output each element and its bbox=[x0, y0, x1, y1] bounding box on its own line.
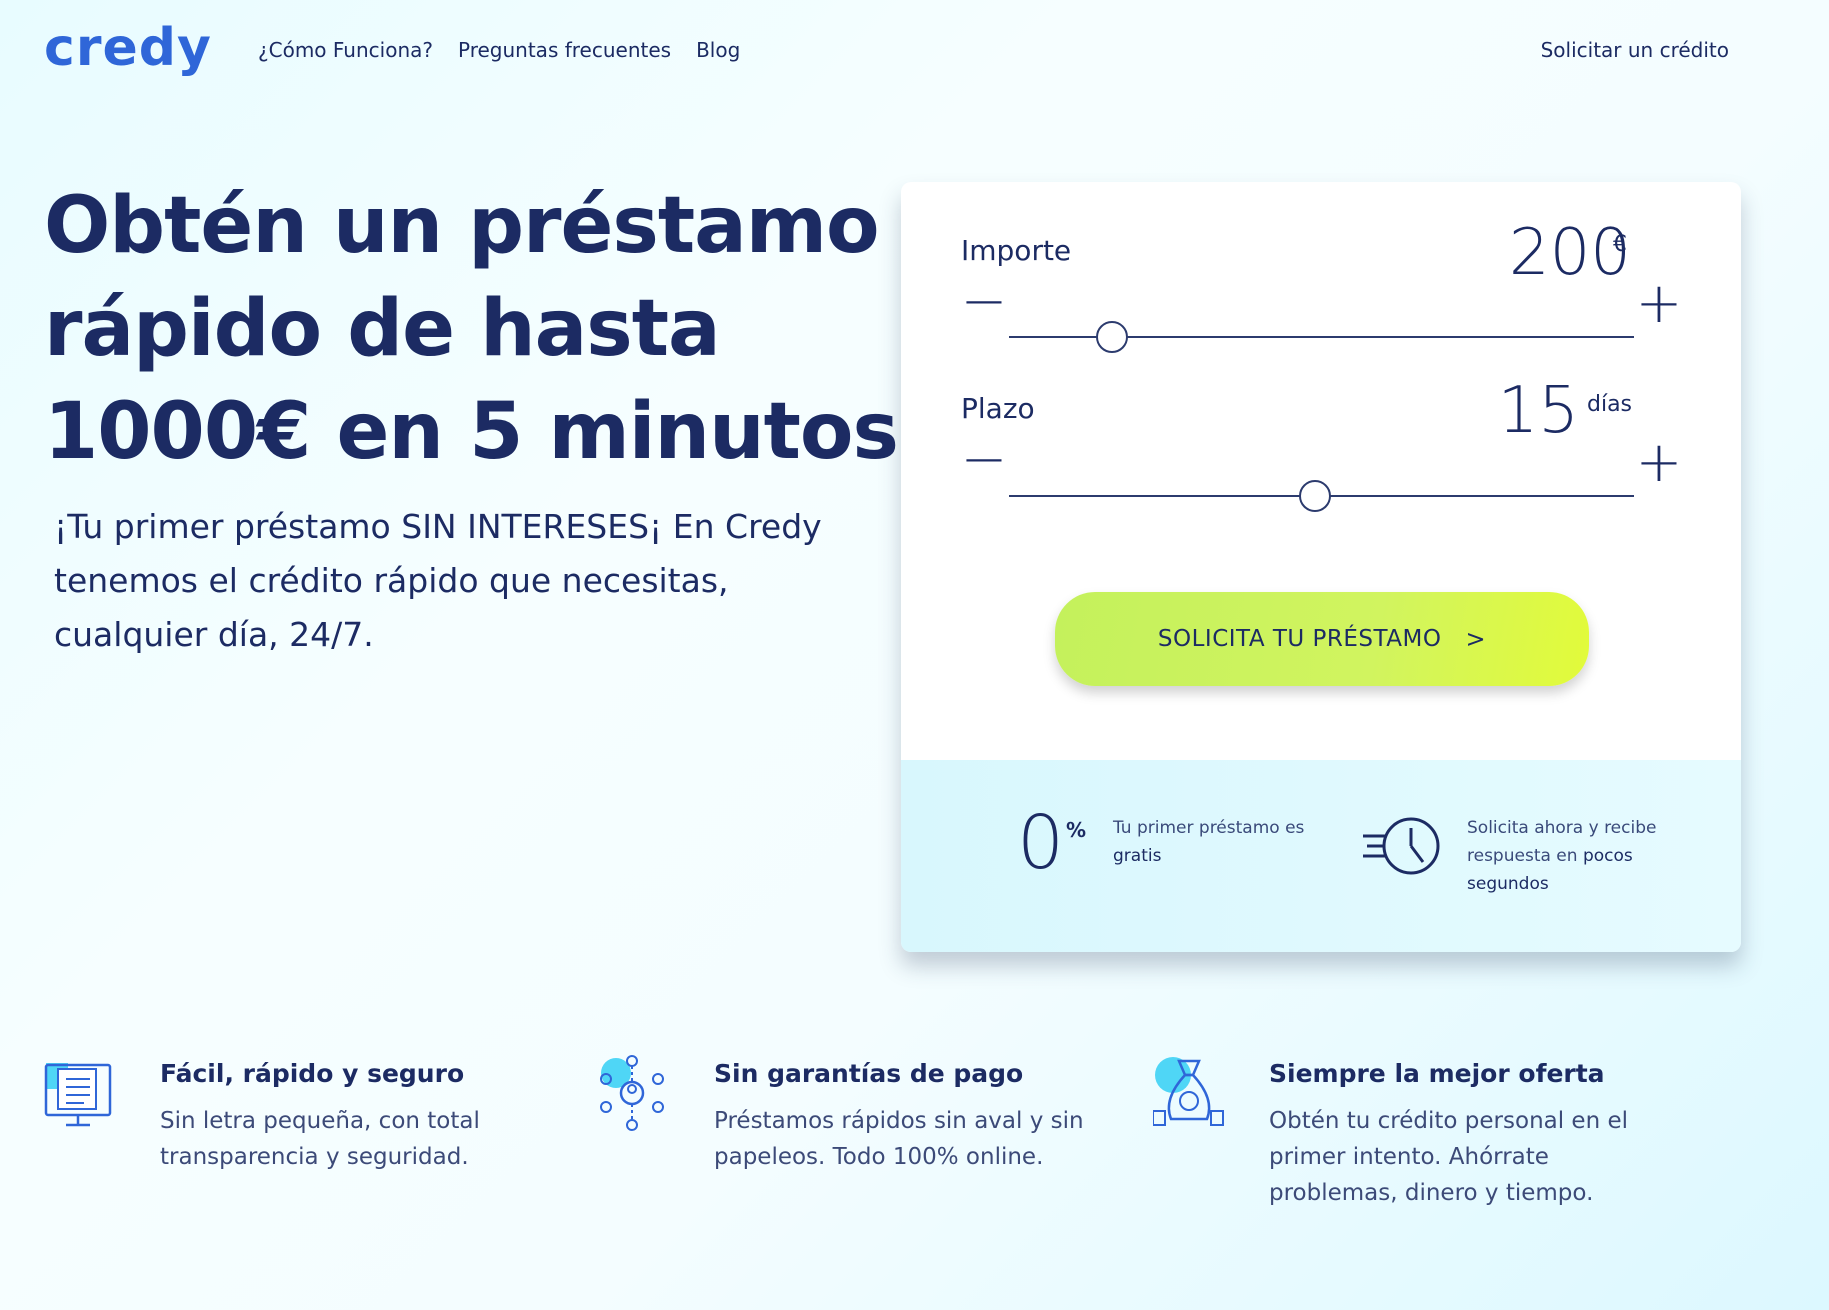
term-unit: días bbox=[1587, 392, 1633, 417]
term-value: 15 bbox=[1497, 374, 1579, 448]
amount-minus-button[interactable]: − bbox=[959, 274, 1009, 330]
hero-title-line: 1000€ en 5 minutos bbox=[44, 387, 899, 477]
info-free-text: Tu primer préstamo es gratis bbox=[1113, 814, 1313, 870]
checklist-monitor-icon bbox=[44, 1063, 112, 1127]
term-label: Plazo bbox=[961, 392, 1035, 425]
cta-label: SOLICITA TU PRÉSTAMO bbox=[1157, 626, 1442, 652]
feature-facil: Fácil, rápido y seguro Sin letra pequeña… bbox=[44, 1055, 564, 1235]
calculator-controls: Importe 200 € − + Plazo 15 días − + SOLI… bbox=[901, 182, 1741, 760]
nav-como-funciona[interactable]: ¿Cómo Funciona? bbox=[258, 38, 433, 62]
amount-slider-thumb[interactable] bbox=[1096, 321, 1129, 353]
feature-text: Préstamos rápidos sin aval y sin papeleo… bbox=[714, 1108, 1084, 1170]
info-free-bold: gratis bbox=[1113, 846, 1162, 866]
info-free-prefix: Tu primer préstamo es bbox=[1113, 818, 1305, 838]
credy-logo[interactable]: credy bbox=[44, 18, 212, 78]
hero-title: Obtén un préstamo rápido de hasta 1000€ … bbox=[44, 175, 899, 484]
main-nav: ¿Cómo Funciona? Preguntas frecuentes Blo… bbox=[258, 38, 740, 62]
feature-title: Siempre la mejor oferta bbox=[1269, 1059, 1605, 1088]
feature-text: Obtén tu crédito personal en el primer i… bbox=[1269, 1108, 1629, 1206]
loan-calculator-card: Importe 200 € − + Plazo 15 días − + SOLI… bbox=[901, 182, 1741, 952]
nav-blog[interactable]: Blog bbox=[696, 38, 740, 62]
feature-text: Sin letra pequeña, con total transparenc… bbox=[160, 1108, 480, 1170]
feature-sin-garantias: Sin garantías de pago Préstamos rápidos … bbox=[598, 1055, 1118, 1235]
fast-clock-icon bbox=[1363, 817, 1440, 875]
calculator-info: 0 % Tu primer préstamo es gratis Solicit… bbox=[901, 760, 1741, 952]
percent-icon: 0 bbox=[1017, 800, 1065, 886]
hero-subtitle: ¡Tu primer préstamo SIN INTERESES¡ En Cr… bbox=[54, 507, 822, 654]
amount-label: Importe bbox=[961, 234, 1072, 267]
amount-slider-track[interactable] bbox=[1009, 321, 1634, 353]
money-bag-icon bbox=[1153, 1057, 1224, 1126]
network-user-icon bbox=[600, 1055, 664, 1131]
amount-plus-button[interactable]: + bbox=[1634, 276, 1684, 332]
solicita-prestamo-button[interactable]: SOLICITA TU PRÉSTAMO > bbox=[1055, 592, 1589, 686]
info-fast-text: Solicita ahora y recibe respuesta en poc… bbox=[1467, 814, 1667, 898]
term-slider-thumb[interactable] bbox=[1299, 480, 1332, 512]
feature-title: Fácil, rápido y seguro bbox=[160, 1059, 465, 1088]
nav-solicitar-credito[interactable]: Solicitar un crédito bbox=[1541, 38, 1729, 62]
hero-title-line: rápido de hasta bbox=[44, 284, 721, 374]
amount-unit: € bbox=[1613, 232, 1627, 257]
term-minus-button[interactable]: − bbox=[959, 432, 1009, 488]
term-slider-track[interactable] bbox=[1009, 480, 1634, 512]
site-header: credy ¿Cómo Funciona? Preguntas frecuent… bbox=[0, 0, 1829, 110]
percent-sign: % bbox=[1066, 818, 1087, 842]
term-plus-button[interactable]: + bbox=[1634, 435, 1684, 491]
feature-mejor-oferta: Siempre la mejor oferta Obtén tu crédito… bbox=[1153, 1055, 1673, 1235]
chevron-right-icon: > bbox=[1465, 625, 1487, 653]
hero-title-line: Obtén un préstamo bbox=[44, 181, 880, 271]
nav-preguntas-frecuentes[interactable]: Preguntas frecuentes bbox=[458, 38, 671, 62]
feature-title: Sin garantías de pago bbox=[714, 1059, 1024, 1088]
